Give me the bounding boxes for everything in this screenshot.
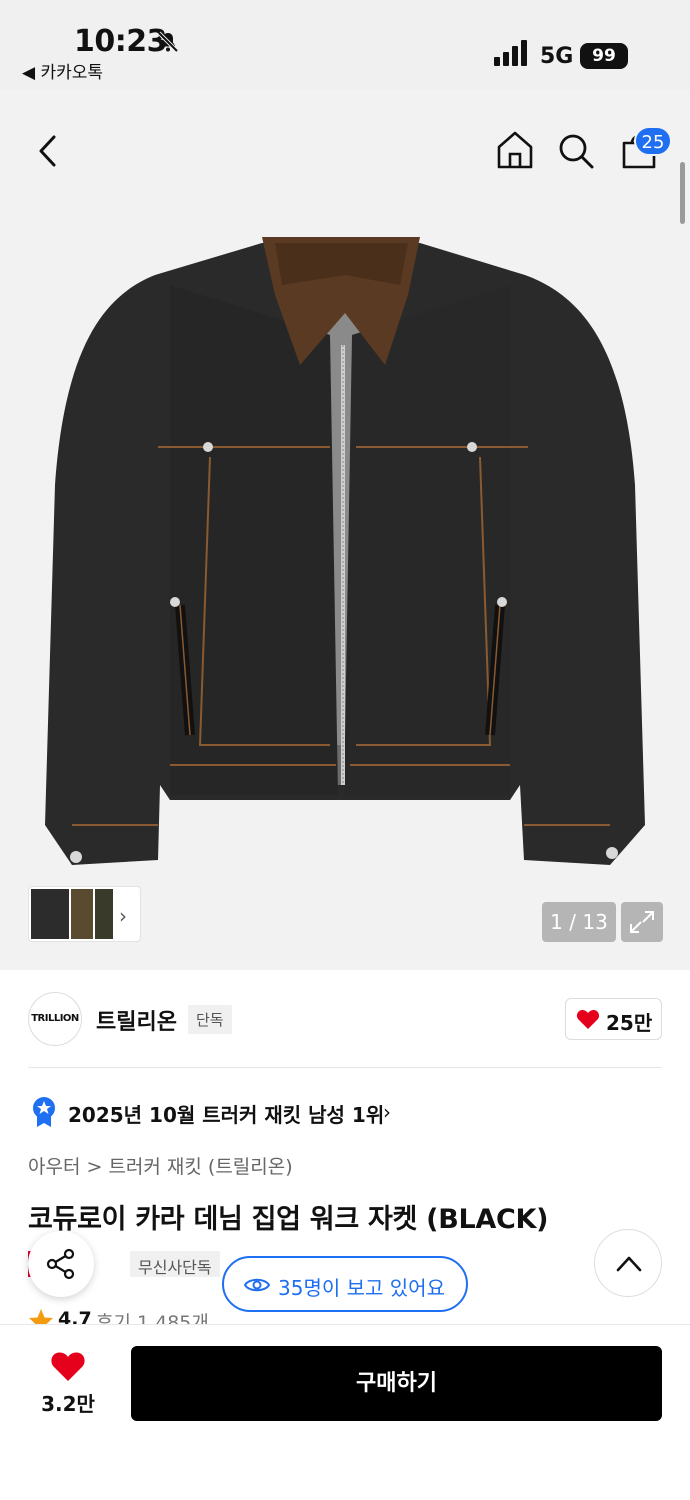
back-icon[interactable] (34, 134, 64, 168)
exclusive-badge: 단독 (188, 1005, 232, 1034)
battery-indicator: 99 (580, 43, 628, 69)
image-counter: 1 / 13 (542, 902, 616, 942)
viewers-pill: 35명이 보고 있어요 (222, 1256, 468, 1312)
expand-button[interactable] (621, 902, 663, 942)
viewers-text: 35명이 보고 있어요 (278, 1276, 445, 1300)
brand-like-button[interactable]: 25만 (565, 998, 662, 1040)
product-like-count: 3.2만 (41, 1392, 95, 1416)
product-title: 코듀로이 카라 데님 집업 워크 자켓 (BLACK) (28, 1204, 549, 1235)
back-to-app-link[interactable]: ◀ 카카오톡 (22, 58, 103, 83)
expand-icon (630, 911, 654, 933)
bell-muted-icon (157, 31, 179, 53)
ranking-chevron-icon[interactable]: › (383, 1100, 391, 1124)
share-icon (46, 1248, 75, 1280)
brand-like-count: 25만 (606, 1011, 653, 1035)
share-button[interactable] (28, 1231, 94, 1297)
signal-icon (494, 40, 527, 66)
brand-logo[interactable]: TRILLION (28, 992, 82, 1046)
thumbnail-images[interactable] (29, 887, 115, 941)
exclusive-tag: 무신사단독 (130, 1251, 220, 1277)
status-time: 10:23 (74, 24, 168, 59)
heart-icon[interactable] (50, 1350, 86, 1382)
scroll-to-top-button[interactable] (594, 1229, 662, 1297)
buy-button[interactable]: 구매하기 (131, 1346, 662, 1421)
search-icon[interactable] (557, 132, 595, 170)
rating-value: 4.7 (58, 1308, 92, 1324)
ranking-badge-icon (33, 1097, 55, 1127)
scrollbar[interactable] (680, 162, 685, 224)
divider (28, 1067, 662, 1068)
product-image[interactable] (40, 225, 650, 885)
eye-icon (244, 1278, 270, 1292)
thumbnail-arrow[interactable]: › (119, 904, 127, 928)
chevron-up-icon (616, 1256, 642, 1272)
heart-icon (576, 1009, 600, 1029)
ranking-text[interactable]: 2025년 10월 트러커 재킷 남성 1위 (68, 1099, 384, 1128)
star-icon (29, 1309, 53, 1324)
home-icon[interactable] (496, 130, 534, 170)
network-label: 5G (540, 44, 574, 69)
breadcrumb[interactable]: 아우터 > 트러커 재킷 (트릴리온) (28, 1152, 293, 1179)
cart-count-badge: 25 (634, 126, 672, 156)
review-count[interactable]: 후기 1,485개 (96, 1308, 209, 1324)
brand-name[interactable]: 트릴리온 (96, 1004, 177, 1036)
status-bar: 10:23 ◀ 카카오톡 5G 99 (0, 0, 690, 90)
